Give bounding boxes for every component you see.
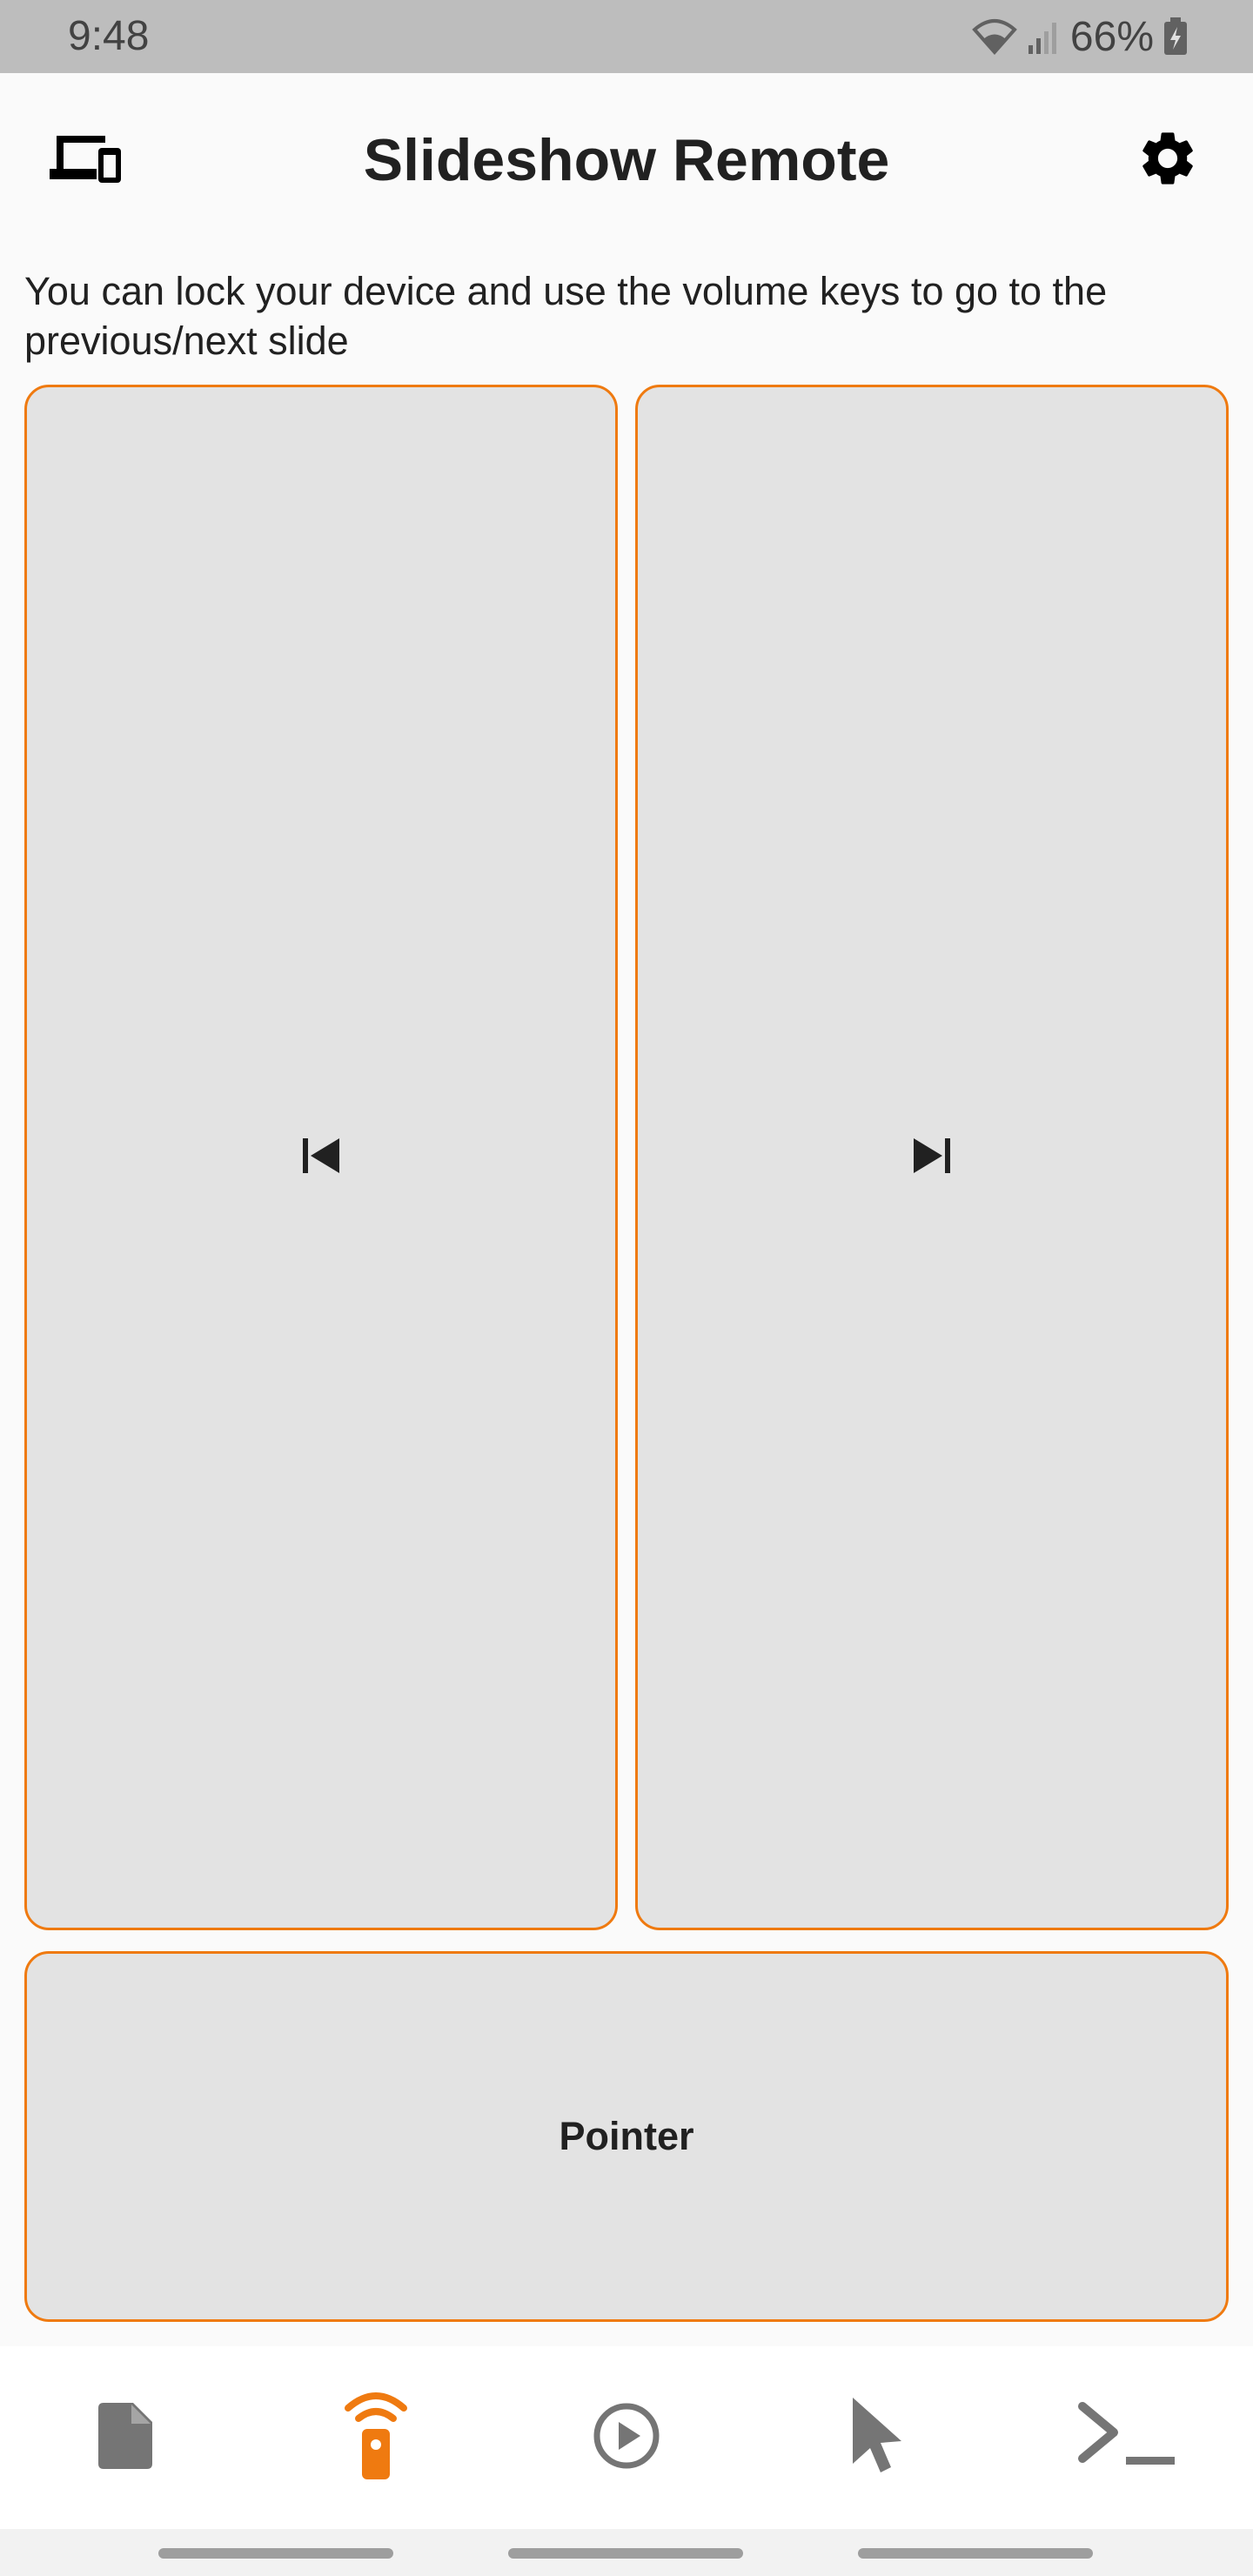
system-navigation-bar [0, 2529, 1253, 2576]
page-title: Slideshow Remote [363, 127, 890, 193]
nav-item-remote[interactable] [298, 2368, 454, 2507]
terminal-icon [1077, 2401, 1178, 2475]
volume-keys-hint: You can lock your device and use the vol… [24, 269, 1108, 363]
file-icon [98, 2402, 152, 2473]
nav-item-cursor[interactable] [799, 2368, 955, 2507]
status-time: 9:48 [68, 13, 150, 59]
settings-button[interactable] [1116, 117, 1220, 204]
status-icons: 66% [971, 10, 1189, 63]
pointer-label: Pointer [559, 2114, 694, 2158]
nav-item-play[interactable] [548, 2368, 705, 2507]
next-slide-button[interactable] [635, 385, 1229, 1930]
battery-charging-icon [1163, 17, 1189, 57]
app-bar: Slideshow Remote [0, 73, 1253, 247]
play-circle-icon [592, 2401, 661, 2475]
signal-icon [1027, 17, 1062, 56]
settings-gear-icon [1136, 126, 1200, 195]
battery-percent: 66% [1069, 13, 1154, 60]
cursor-icon [849, 2396, 905, 2480]
system-nav-home-handle[interactable] [508, 2548, 743, 2559]
bottom-navigation [0, 2346, 1253, 2529]
skip-next-icon [911, 1135, 953, 1181]
status-bar: 9:48 66% [0, 0, 1253, 73]
wifi-icon [971, 17, 1018, 56]
skip-previous-icon [300, 1135, 342, 1181]
system-nav-right-handle[interactable] [858, 2548, 1093, 2559]
pointer-pad[interactable]: Pointer [24, 1951, 1229, 2322]
system-nav-left-handle[interactable] [158, 2548, 393, 2559]
nav-item-terminal[interactable] [1049, 2368, 1206, 2507]
remote-icon [341, 2391, 411, 2485]
nav-item-file[interactable] [47, 2368, 204, 2507]
previous-slide-button[interactable] [24, 385, 618, 1930]
